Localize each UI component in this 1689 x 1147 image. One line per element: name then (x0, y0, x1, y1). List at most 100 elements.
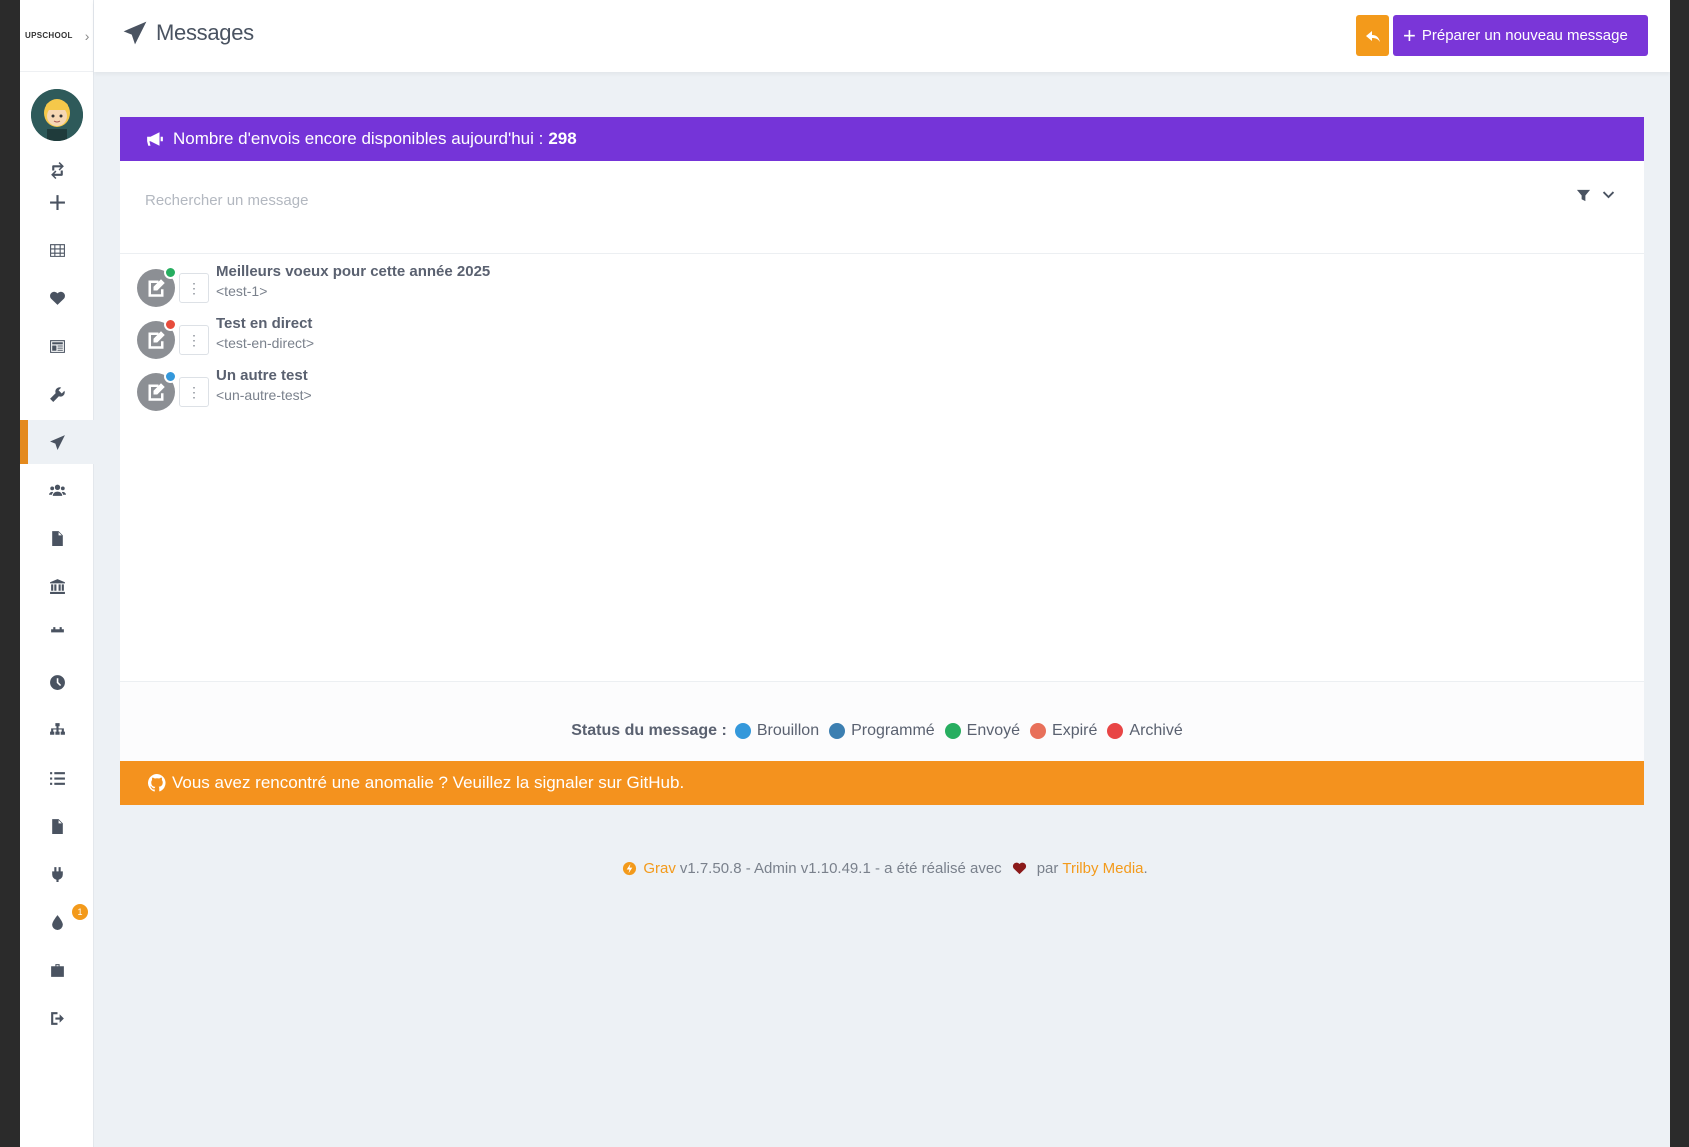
status-dot (829, 723, 846, 739)
search-input[interactable] (145, 185, 1445, 215)
message-slug: <test-1> (216, 283, 268, 299)
chevron-down-icon (1602, 191, 1615, 199)
app-window: UPSCHOOL › 1 Messages + Préparer un nouv… (20, 0, 1670, 1147)
status-dot (164, 318, 177, 331)
par-text: par (1036, 860, 1059, 877)
sidebar-item-calendar[interactable] (20, 612, 94, 656)
kebab-menu-icon[interactable]: ⋮ (179, 377, 209, 407)
footer: Grav v1.7.50.8 - Admin v1.10.49.1 - a ét… (94, 860, 1670, 877)
sidebar-item-messages[interactable] (20, 420, 94, 464)
status-legend-area: Status du message : Brouillon Programmé … (120, 681, 1644, 761)
sidebar-item-pages[interactable] (20, 516, 94, 560)
wrench-icon (49, 386, 65, 402)
status-dot (734, 723, 751, 739)
sidebar-item-plugins[interactable] (20, 852, 94, 896)
kebab-menu-icon[interactable]: ⋮ (179, 273, 209, 303)
message-row[interactable]: ⋮ Test en direct <test-en-direct> (137, 315, 737, 361)
status-dot (164, 370, 177, 383)
legend-item-label: Envoyé (966, 722, 1021, 739)
legend-item-label: Programmé (851, 722, 935, 739)
page-heading: Messages (122, 20, 254, 46)
logout-icon (50, 1011, 64, 1025)
sidebar-item-structure[interactable] (20, 708, 94, 752)
legend-item-draft: Brouillon (734, 722, 820, 740)
sidebar-item-tools[interactable] (20, 372, 94, 416)
sidebar-item-history[interactable] (20, 660, 94, 704)
sidebar-item-tools-box[interactable] (20, 948, 94, 992)
status-dot (1107, 723, 1124, 739)
footer-period: . (1143, 860, 1148, 877)
topbar: Messages + Préparer un nouveau message (94, 0, 1670, 72)
institution-icon (49, 578, 65, 594)
message-title[interactable]: Test en direct (216, 315, 312, 332)
legend-item-archived: Archivé (1107, 722, 1183, 740)
plus-icon: + (1403, 22, 1416, 48)
briefcase-icon (50, 963, 64, 977)
status-dot (1030, 723, 1047, 739)
quota-text: Nombre d'envois encore disponibles aujou… (173, 129, 544, 148)
dashboard-icon (49, 243, 65, 257)
sidebar-item-news[interactable] (20, 324, 94, 368)
message-row[interactable]: ⋮ Meilleurs voeux pour cette année 2025 … (137, 263, 737, 309)
chevron-right-icon[interactable]: › (85, 28, 90, 44)
github-warning-banner[interactable]: Vous avez rencontré une anomalie ? Veuil… (120, 761, 1644, 805)
page-title: Messages (156, 20, 254, 45)
document-icon (51, 818, 63, 834)
paper-plane-icon (123, 21, 147, 45)
file-icon (51, 530, 63, 546)
quota-count: 298 (548, 129, 577, 148)
legend-item-expired: Expiré (1030, 722, 1097, 740)
legend-label: Status du message : (571, 722, 727, 739)
logo: UPSCHOOL (25, 31, 73, 40)
sidebar-item-institution[interactable] (20, 564, 94, 608)
tint-icon (51, 914, 63, 930)
quota-banner: Nombre d'envois encore disponibles aujou… (120, 117, 1644, 161)
sidebar-item-users[interactable] (20, 468, 94, 512)
message-slug: <test-en-direct> (216, 335, 315, 351)
kebab-menu-icon[interactable]: ⋮ (179, 325, 209, 355)
back-button[interactable] (1356, 15, 1389, 56)
logo-row[interactable]: UPSCHOOL › (20, 0, 93, 72)
sidebar-item-list[interactable] (20, 756, 94, 800)
legend-item-scheduled: Programmé (829, 722, 935, 740)
filter-toggle[interactable] (1576, 188, 1616, 203)
legend-item-label: Brouillon (756, 722, 820, 739)
legend-item-label: Expiré (1052, 722, 1098, 739)
bullhorn-icon (147, 132, 163, 146)
sitemap-icon (49, 722, 65, 735)
avatar[interactable] (31, 89, 83, 141)
message-row[interactable]: ⋮ Un autre test <un-autre-test> (137, 367, 737, 413)
sidebar-item-documents[interactable] (20, 804, 94, 848)
legend-item-sent: Envoyé (944, 722, 1021, 740)
github-icon (148, 774, 166, 792)
status-dot (944, 723, 961, 739)
reply-icon (1365, 30, 1380, 42)
status-dot (164, 266, 177, 279)
message-title[interactable]: Meilleurs voeux pour cette année 2025 (216, 263, 490, 280)
grav-link[interactable]: Grav (643, 860, 676, 877)
sidebar-item-logout[interactable] (20, 996, 94, 1040)
heart-icon (1012, 862, 1026, 875)
sidebar-item-add[interactable] (20, 180, 94, 224)
list-icon (49, 771, 65, 785)
version-text: v1.7.50.8 - Admin v1.10.49.1 - a été réa… (679, 860, 1002, 877)
warning-text: Vous avez rencontré une anomalie ? Veuil… (172, 773, 685, 792)
sidebar-item-dashboard[interactable] (20, 228, 94, 272)
sidebar-item-favorites[interactable] (20, 276, 94, 320)
messages-panel: ⋮ Meilleurs voeux pour cette année 2025 … (120, 161, 1644, 761)
legend-item-label: Archivé (1129, 722, 1183, 739)
new-message-button[interactable]: + Préparer un nouveau message (1393, 15, 1648, 56)
search-row (120, 161, 1644, 254)
paper-plane-icon (49, 434, 65, 450)
message-title[interactable]: Un autre test (216, 367, 308, 384)
trilby-link[interactable]: Trilby Media (1062, 860, 1143, 877)
sync-icon (50, 161, 64, 179)
sidebar-item-themes[interactable]: 1 (20, 900, 94, 944)
heart-icon (49, 291, 65, 305)
clock-icon (49, 674, 65, 690)
new-message-label: Préparer un nouveau message (1421, 27, 1628, 44)
filter-icon (1576, 189, 1591, 202)
users-icon (48, 484, 66, 496)
message-slug: <un-autre-test> (216, 387, 312, 403)
status-legend: Status du message : Brouillon Programmé … (120, 722, 1644, 740)
